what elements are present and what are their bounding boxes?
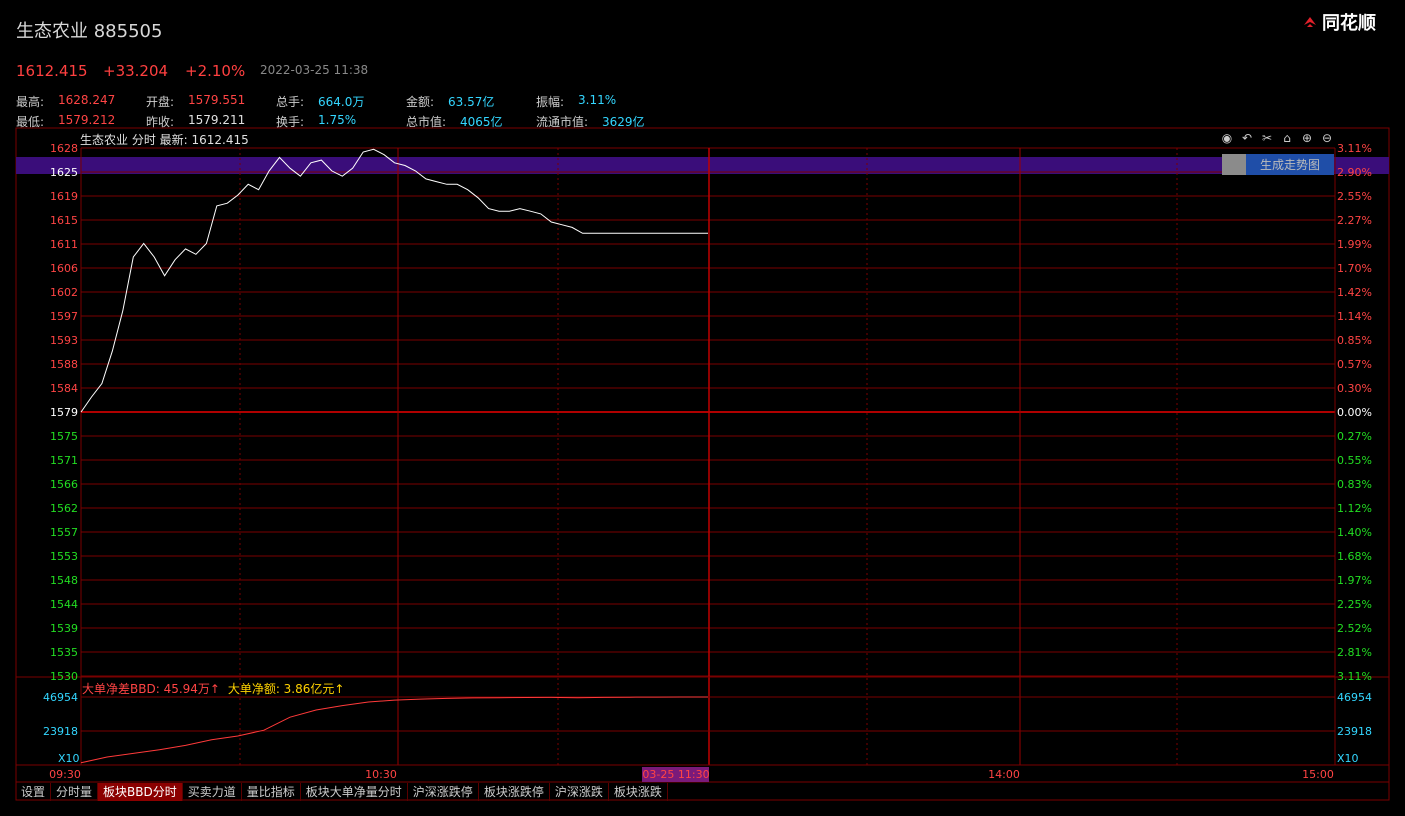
bbd-scale-label: X10 — [1337, 752, 1359, 765]
pct-tick-label: 1.14% — [1337, 310, 1372, 323]
tab-6[interactable]: 沪深涨跌停 — [408, 783, 479, 801]
y-tick-label: 1602 — [50, 286, 78, 299]
chart-toolbar: ◉ ↶ ✂ ⌂ ⊕ ⊖ — [1219, 130, 1335, 146]
pct-tick-label: 1.97% — [1337, 574, 1372, 587]
crosshair-band — [16, 157, 1389, 174]
button-swatch — [1222, 154, 1246, 175]
y-tick-label: 1544 — [50, 598, 78, 611]
chart-header: 生态农业 分时 最新: 1612.415 — [80, 133, 249, 147]
undo-icon[interactable]: ↶ — [1239, 130, 1255, 146]
y-tick-label: 1625 — [50, 166, 78, 179]
y-tick-label: 1588 — [50, 358, 78, 371]
pct-tick-label: 1.70% — [1337, 262, 1372, 275]
generate-chart-button[interactable]: 生成走势图 — [1222, 154, 1334, 175]
tab-2[interactable]: 板块BBD分时 — [98, 783, 183, 801]
x-tick-label: 03-25 11:30 — [642, 768, 709, 781]
bbd-tick-label: 46954 — [43, 691, 78, 704]
bbd-tick-label: 23918 — [43, 725, 78, 738]
tab-1[interactable]: 分时量 — [51, 783, 99, 801]
pct-tick-label: 0.27% — [1337, 430, 1372, 443]
pct-tick-label: 1.40% — [1337, 526, 1372, 539]
y-tick-label: 1539 — [50, 622, 78, 635]
pct-tick-label: 2.55% — [1337, 190, 1372, 203]
pct-tick-label: 1.68% — [1337, 550, 1372, 563]
x-tick-label: 15:00 — [1302, 768, 1334, 781]
tab-7[interactable]: 板块涨跌停 — [479, 783, 550, 801]
pct-tick-label: 0.85% — [1337, 334, 1372, 347]
y-tick-label: 1575 — [50, 430, 78, 443]
scissors-icon[interactable]: ✂ — [1259, 130, 1275, 146]
zoom-out-icon[interactable]: ⊖ — [1319, 130, 1335, 146]
pct-tick-label: 1.42% — [1337, 286, 1372, 299]
y-tick-label: 1611 — [50, 238, 78, 251]
pct-tick-label: 1.99% — [1337, 238, 1372, 251]
y-tick-label: 1628 — [50, 142, 78, 155]
y-tick-label: 1615 — [50, 214, 78, 227]
bbd-amount: 大单净额: 3.86亿元↑ — [227, 682, 345, 696]
y-tick-label: 1535 — [50, 646, 78, 659]
y-tick-label: 1571 — [50, 454, 78, 467]
lock-icon[interactable]: ⌂ — [1279, 130, 1295, 146]
x-tick-label: 09:30 — [49, 768, 81, 781]
y-tick-label: 1557 — [50, 526, 78, 539]
tab-3[interactable]: 买卖力道 — [183, 783, 242, 801]
x-tick-label: 10:30 — [365, 768, 397, 781]
y-tick-label: 1548 — [50, 574, 78, 587]
bbd-value: 大单净差BBD: 45.94万↑ — [82, 682, 220, 696]
pct-tick-label: 0.00% — [1337, 406, 1372, 419]
bbd-scale-label: X10 — [58, 752, 80, 765]
y-tick-label: 1553 — [50, 550, 78, 563]
x-tick-label: 14:00 — [988, 768, 1020, 781]
pct-tick-label: 1.12% — [1337, 502, 1372, 515]
pct-tick-label: 2.27% — [1337, 214, 1372, 227]
tab-4[interactable]: 量比指标 — [242, 783, 301, 801]
bbd-tick-label: 46954 — [1337, 691, 1372, 704]
y-tick-label: 1566 — [50, 478, 78, 491]
price-line — [80, 148, 708, 413]
y-tick-label: 1597 — [50, 310, 78, 323]
pct-tick-label: 2.52% — [1337, 622, 1372, 635]
pct-tick-label: 0.55% — [1337, 454, 1372, 467]
y-tick-label: 1593 — [50, 334, 78, 347]
pct-tick-label: 2.25% — [1337, 598, 1372, 611]
pct-tick-label: 2.81% — [1337, 646, 1372, 659]
y-tick-label: 1562 — [50, 502, 78, 515]
chart-frame — [15, 127, 1390, 801]
tab-8[interactable]: 沪深涨跌 — [550, 783, 609, 801]
eye-icon[interactable]: ◉ — [1219, 130, 1235, 146]
bbd-line — [80, 696, 708, 764]
y-tick-label: 1530 — [50, 670, 78, 683]
bbd-tick-label: 23918 — [1337, 725, 1372, 738]
y-tick-label: 1619 — [50, 190, 78, 203]
pct-tick-label: 2.90% — [1337, 166, 1372, 179]
y-tick-label: 1579 — [50, 406, 78, 419]
zoom-in-icon[interactable]: ⊕ — [1299, 130, 1315, 146]
y-tick-label: 1606 — [50, 262, 78, 275]
pct-tick-label: 0.83% — [1337, 478, 1372, 491]
y-tick-label: 1584 — [50, 382, 78, 395]
pct-tick-label: 3.11% — [1337, 142, 1372, 155]
tab-9[interactable]: 板块涨跌 — [609, 783, 668, 801]
bbd-legend: 大单净差BBD: 45.94万↑ 大单净额: 3.86亿元↑ — [82, 680, 344, 697]
pct-tick-label: 3.11% — [1337, 670, 1372, 683]
generate-chart-label: 生成走势图 — [1259, 158, 1320, 172]
tab-5[interactable]: 板块大单净量分时 — [301, 783, 408, 801]
pct-tick-label: 0.30% — [1337, 382, 1372, 395]
pct-tick-label: 0.57% — [1337, 358, 1372, 371]
tab-0[interactable]: 设置 — [16, 783, 52, 801]
indicator-tabs: 设置 分时量 板块BBD分时 买卖力道 量比指标 板块大单净量分时 沪深涨跌停 板块涨跌停 沪深… — [16, 783, 668, 801]
